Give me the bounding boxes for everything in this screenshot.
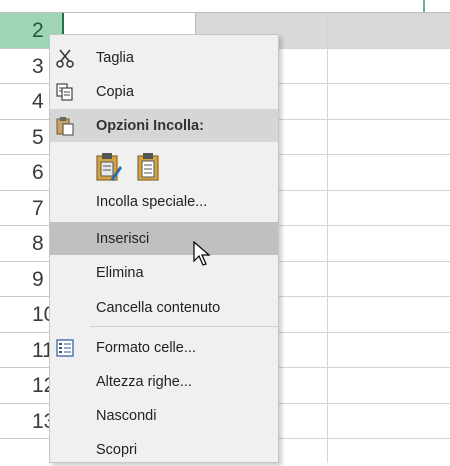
paste-icon bbox=[54, 115, 76, 137]
paste-options-header: Opzioni Incolla: bbox=[50, 109, 278, 142]
menu-item-label: Nascondi bbox=[96, 407, 157, 424]
menu-item-label: Incolla speciale... bbox=[96, 193, 208, 210]
menu-item-hide[interactable]: Nascondi bbox=[50, 399, 278, 432]
menu-item-copy[interactable]: Copia bbox=[50, 75, 278, 108]
menu-item-label: Scopri bbox=[96, 441, 138, 458]
menu-item-paste-special[interactable]: Incolla speciale... bbox=[50, 185, 278, 218]
menu-item-row-height[interactable]: Altezza righe... bbox=[50, 365, 278, 398]
menu-item-format-cells[interactable]: Formato celle... bbox=[50, 331, 278, 364]
menu-item-label: Opzioni Incolla: bbox=[96, 117, 204, 134]
scissors-icon bbox=[54, 47, 76, 69]
format-cells-icon bbox=[54, 337, 76, 359]
paste-formatting-icon[interactable] bbox=[94, 150, 124, 184]
menu-item-label: Altezza righe... bbox=[96, 373, 192, 390]
column-header-accent bbox=[423, 0, 425, 12]
menu-item-label: Taglia bbox=[96, 49, 134, 66]
menu-item-label: Copia bbox=[96, 83, 134, 100]
menu-item-label: Cancella contenuto bbox=[96, 299, 221, 316]
menu-item-unhide[interactable]: Scopri bbox=[50, 433, 278, 466]
menu-item-clear-contents[interactable]: Cancella contenuto bbox=[50, 291, 278, 324]
menu-item-label: Elimina bbox=[96, 264, 144, 281]
copy-icon bbox=[54, 81, 76, 103]
menu-item-label: Formato celle... bbox=[96, 339, 196, 356]
menu-item-delete[interactable]: Elimina bbox=[50, 256, 278, 289]
mouse-cursor-icon bbox=[193, 240, 213, 269]
paste-options bbox=[50, 148, 278, 188]
paste-icon[interactable] bbox=[134, 150, 164, 184]
menu-item-cut[interactable]: Taglia bbox=[50, 41, 278, 74]
context-menu: Taglia Copia Opzioni Incolla: Incolla sp… bbox=[49, 34, 279, 463]
menu-item-label: Inserisci bbox=[96, 230, 150, 247]
menu-item-insert[interactable]: Inserisci bbox=[50, 222, 278, 255]
menu-separator bbox=[90, 326, 278, 327]
